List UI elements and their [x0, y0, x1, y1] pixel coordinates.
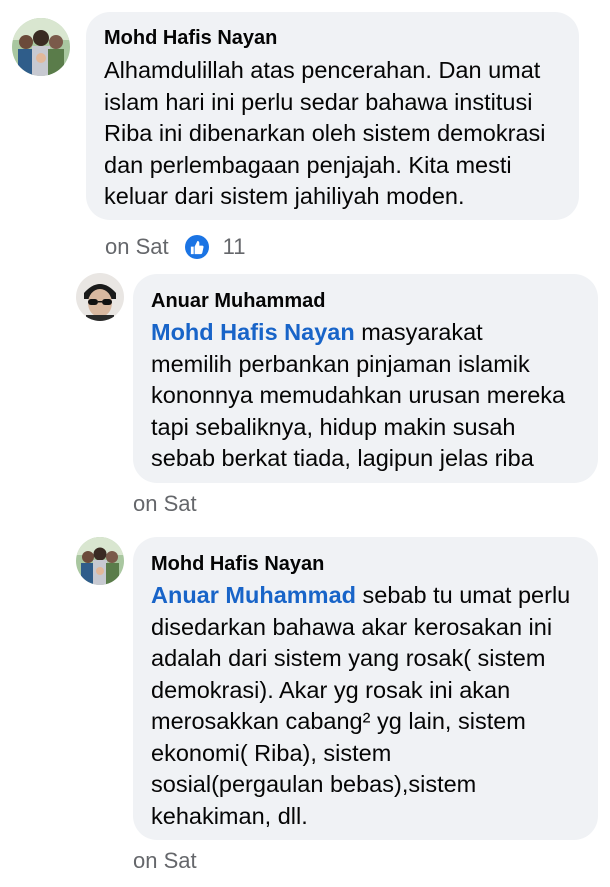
comment-author[interactable]: Mohd Hafis Nayan: [104, 26, 559, 50]
avatar[interactable]: [76, 537, 124, 585]
family-avatar-icon: [76, 537, 124, 585]
comment-bubble[interactable]: Mohd Hafis Nayan Alhamdulillah atas penc…: [86, 12, 579, 220]
comment-meta: on Sat: [133, 490, 197, 518]
avatar[interactable]: [76, 273, 124, 321]
sunglasses-avatar-icon: [76, 273, 124, 321]
comment-bubble[interactable]: Anuar Muhammad Mohd Hafis Nayan masyarak…: [133, 274, 598, 483]
comment-text: Mohd Hafis Nayan masyarakat memilih perb…: [151, 317, 582, 475]
comment-text: Alhamdulillah atas pencerahan. Dan umat …: [104, 57, 546, 209]
comment-time[interactable]: on Sat: [133, 491, 197, 517]
comment-meta: on Sat 11: [105, 233, 245, 261]
comment-body: sebab tu umat perlu disedarkan bahawa ak…: [151, 582, 571, 829]
family-avatar-icon: [12, 18, 70, 76]
comment-author[interactable]: Mohd Hafis Nayan: [151, 552, 582, 576]
comment-author[interactable]: Anuar Muhammad: [151, 289, 582, 313]
comment-time[interactable]: on Sat: [133, 848, 197, 874]
comment-text: Anuar Muhammad sebab tu umat perlu dised…: [151, 580, 582, 832]
mention-link[interactable]: Anuar Muhammad: [151, 582, 356, 608]
like-count[interactable]: 11: [223, 234, 246, 260]
comment-meta: on Sat: [133, 847, 197, 875]
mention-link[interactable]: Mohd Hafis Nayan: [151, 319, 355, 345]
like-reaction-icon[interactable]: [184, 235, 209, 259]
comment-time[interactable]: on Sat: [105, 234, 169, 260]
avatar[interactable]: [12, 18, 70, 76]
comment-bubble[interactable]: Mohd Hafis Nayan Anuar Muhammad sebab tu…: [133, 537, 598, 840]
